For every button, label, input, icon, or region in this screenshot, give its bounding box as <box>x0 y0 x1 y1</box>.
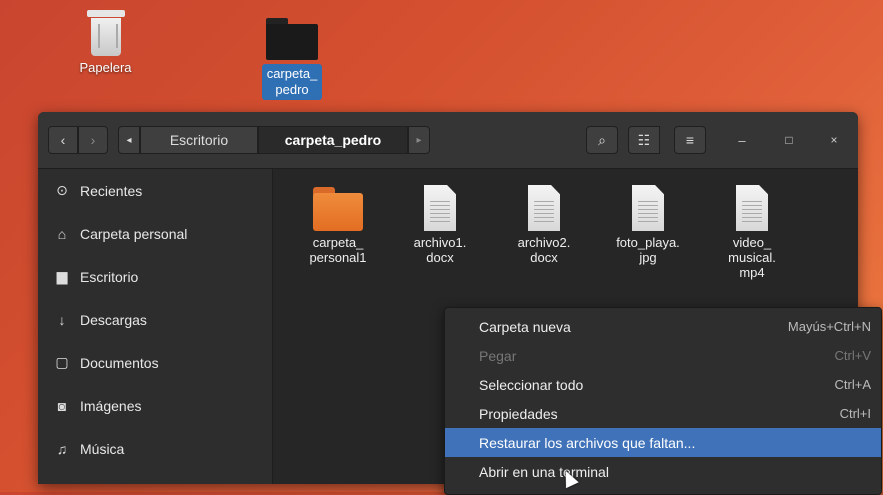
trash-icon <box>86 10 125 56</box>
folder-icon: ▆ <box>56 268 68 284</box>
file-label: foto_playa. jpg <box>603 235 693 265</box>
file-label-line: mp4 <box>739 265 765 280</box>
folder-icon <box>313 187 363 231</box>
menu-item-label: Propiedades <box>479 405 558 422</box>
file-label: archivo1. docx <box>395 235 485 265</box>
path-item-escritorio[interactable]: Escritorio <box>140 126 258 154</box>
menu-item-label: Pegar <box>479 347 517 364</box>
menu-item-restaurar-archivos[interactable]: Restaurar los archivos que faltan... <box>445 428 881 457</box>
menu-item-label: Abrir en una terminal <box>479 463 609 480</box>
file-label-line: personal1 <box>309 250 367 265</box>
maximize-button[interactable]: □ <box>778 129 800 151</box>
menu-item-shortcut: Ctrl+A <box>834 377 871 392</box>
sidebar-item-recientes[interactable]: ⊙ Recientes <box>38 169 272 212</box>
menu-item-shortcut: Ctrl+V <box>834 348 871 363</box>
menu-item-label: Restaurar los archivos que faltan... <box>479 434 696 451</box>
sidebar-item-label: Imágenes <box>80 397 142 414</box>
forward-button[interactable]: › <box>78 126 108 154</box>
path-item-carpeta-pedro[interactable]: carpeta_pedro <box>258 126 408 154</box>
file-label-line: musical. <box>728 250 776 265</box>
file-label: carpeta_ personal1 <box>293 235 383 265</box>
sidebar-item-musica[interactable]: ♫ Música <box>38 427 272 470</box>
menu-item-label: Carpeta nueva <box>479 318 571 335</box>
menu-item-propiedades[interactable]: Propiedades Ctrl+I <box>445 399 881 428</box>
view-toggle-button[interactable]: ☷ <box>628 126 660 154</box>
desktop-folder-carpeta-pedro[interactable]: carpeta_ pedro <box>252 18 332 100</box>
file-item-video-musical-mp4[interactable]: video_ musical. mp4 <box>707 177 797 280</box>
context-menu: Carpeta nueva Mayús+Ctrl+N Pegar Ctrl+V … <box>444 307 882 495</box>
file-item-carpeta-personal1[interactable]: carpeta_ personal1 <box>293 177 383 265</box>
desktop-folder-label-line1: carpeta_ <box>266 66 318 81</box>
path-scroll-right-button[interactable]: ▸ <box>408 126 430 154</box>
desktop-folder-label-line2: pedro <box>275 82 309 97</box>
close-button[interactable]: × <box>823 129 845 151</box>
list-view-icon: ☷ <box>637 131 651 148</box>
file-label-line: docx <box>426 250 454 265</box>
sidebar-item-label: Escritorio <box>80 268 139 285</box>
file-label: archivo2. docx <box>499 235 589 265</box>
menu-item-carpeta-nueva[interactable]: Carpeta nueva Mayús+Ctrl+N <box>445 312 881 341</box>
sidebar-item-label: Descargas <box>80 311 147 328</box>
file-label-line: jpg <box>639 250 657 265</box>
sidebar-item-label: Música <box>80 440 125 457</box>
file-label-line: foto_playa. <box>616 235 680 250</box>
hamburger-icon: ≡ <box>685 132 695 148</box>
back-button[interactable]: ‹ <box>48 126 78 154</box>
file-label-line: video_ <box>732 235 772 250</box>
image-file-icon <box>632 185 664 231</box>
sidebar-item-label: Recientes <box>80 182 143 199</box>
menu-item-pegar[interactable]: Pegar Ctrl+V <box>445 341 881 370</box>
menu-item-shortcut: Mayús+Ctrl+N <box>787 319 871 334</box>
file-label: video_ musical. mp4 <box>707 235 797 280</box>
music-icon: ♫ <box>56 440 68 457</box>
file-label-line: archivo2. <box>517 235 571 250</box>
file-item-foto-playa-jpg[interactable]: foto_playa. jpg <box>603 177 693 265</box>
document-icon <box>528 185 560 231</box>
desktop-folder-label: carpeta_ pedro <box>261 64 323 100</box>
home-icon: ⌂ <box>57 225 67 242</box>
sidebar: ⊙ Recientes ⌂ Carpeta personal ▆ Escrito… <box>38 169 273 484</box>
sidebar-item-carpeta-personal[interactable]: ⌂ Carpeta personal <box>38 212 272 255</box>
clock-icon: ⊙ <box>56 182 68 198</box>
headerbar: ‹ › ◂ Escritorio carpeta_pedro ▸ ⌕ ☷ ≡ –… <box>38 112 858 169</box>
file-label-line: docx <box>530 250 558 265</box>
menu-item-label: Seleccionar todo <box>479 376 584 393</box>
trash-label: Papelera <box>79 60 132 75</box>
file-label-line: carpeta_ <box>312 235 364 250</box>
search-icon: ⌕ <box>598 131 606 148</box>
file-item-archivo1-docx[interactable]: archivo1. docx <box>395 177 485 265</box>
desktop-trash[interactable]: Papelera <box>58 10 153 75</box>
sidebar-item-escritorio[interactable]: ▆ Escritorio <box>38 255 272 298</box>
folder-icon <box>266 18 318 60</box>
sidebar-item-descargas[interactable]: ↓ Descargas <box>38 298 272 341</box>
menu-item-abrir-terminal[interactable]: Abrir en una terminal <box>445 457 881 486</box>
document-icon <box>424 185 456 231</box>
menu-item-shortcut: Ctrl+I <box>839 406 871 421</box>
video-file-icon <box>736 185 768 231</box>
sidebar-item-label: Carpeta personal <box>80 225 188 242</box>
menu-item-seleccionar-todo[interactable]: Seleccionar todo Ctrl+A <box>445 370 881 399</box>
menu-button[interactable]: ≡ <box>674 126 706 154</box>
minimize-button[interactable]: – <box>731 129 753 151</box>
download-icon: ↓ <box>58 311 66 328</box>
sidebar-item-label: Documentos <box>80 354 159 371</box>
sidebar-item-documentos[interactable]: ▢ Documentos <box>38 341 272 384</box>
camera-icon: ◙ <box>57 397 67 414</box>
path-scroll-left-button[interactable]: ◂ <box>118 126 140 154</box>
file-label-line: archivo1. <box>413 235 467 250</box>
sidebar-item-imagenes[interactable]: ◙ Imágenes <box>38 384 272 427</box>
search-button[interactable]: ⌕ <box>586 126 618 154</box>
file-item-archivo2-docx[interactable]: archivo2. docx <box>499 177 589 265</box>
document-icon: ▢ <box>55 354 69 370</box>
